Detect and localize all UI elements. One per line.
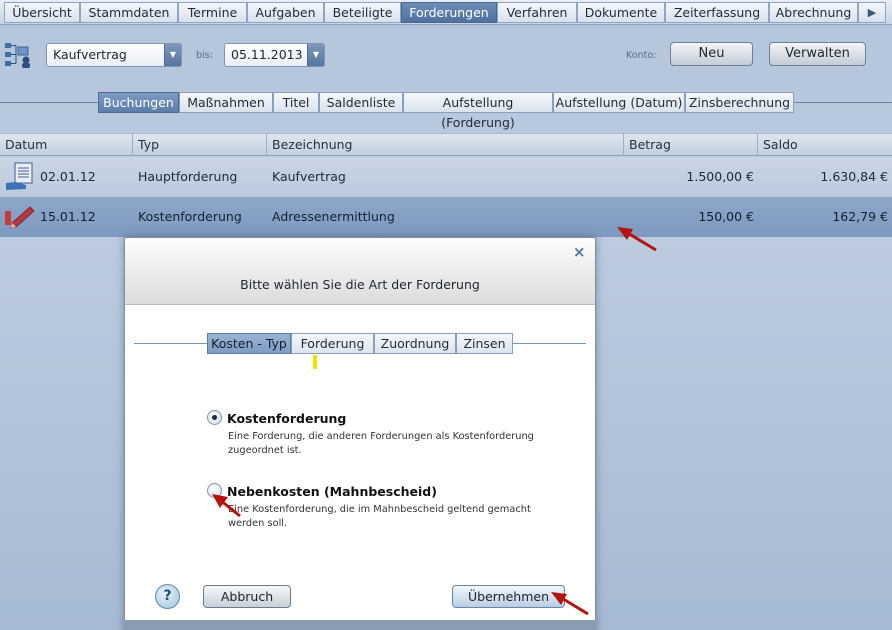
main-nav-bar: Übersicht Stammdaten Termine Aufgaben Be… (0, 0, 892, 25)
tab-forderungen[interactable]: Forderungen (401, 2, 497, 23)
tab-stammdaten[interactable]: Stammdaten (80, 2, 178, 23)
date-select[interactable]: 05.11.2013 ▼ (224, 43, 325, 67)
row-type: Hauptforderung (138, 169, 238, 184)
date-select-value: 05.11.2013 (231, 47, 303, 62)
option-title: Kostenforderung (227, 411, 347, 426)
row-balance: 1.630,84 € (820, 169, 888, 184)
konto-label: Konto: (626, 50, 657, 61)
bis-label: bis: (196, 50, 213, 61)
tab-termine[interactable]: Termine (178, 2, 247, 23)
pencil-edit-icon (5, 206, 35, 229)
subtab-saldenliste[interactable]: Saldenliste (319, 92, 403, 113)
column-header-saldo[interactable]: Saldo (757, 134, 892, 156)
tab-zinsen[interactable]: Zinsen (456, 333, 513, 354)
option-description-line: Eine Forderung, die anderen Forderungen … (228, 431, 534, 442)
document-hand-icon (6, 162, 33, 190)
row-type: Kostenforderung (138, 209, 242, 224)
tab-kosten-typ[interactable]: Kosten - Typ (207, 333, 291, 354)
contract-select-value: Kaufvertrag (53, 47, 127, 62)
option-description-line: Eine Kostenforderung, die im Mahnbeschei… (228, 504, 531, 515)
column-header-datum[interactable]: Datum (0, 134, 132, 156)
cancel-button[interactable]: Abbruch (203, 585, 291, 608)
radio-kostenforderung[interactable] (207, 410, 222, 425)
tab-dokumente[interactable]: Dokumente (577, 2, 665, 23)
option-description-line: werden soll. (228, 518, 288, 529)
subtab-aufstellung-forderung[interactable]: Aufstellung (Forderung) (403, 92, 553, 130)
subtab-buchungen[interactable]: Buchungen (98, 92, 179, 113)
option-description: Eine Kostenforderung, die im Mahnbeschei… (228, 503, 538, 531)
manage-button[interactable]: Verwalten (769, 42, 866, 66)
chevron-down-icon[interactable]: ▼ (307, 44, 324, 66)
tab-uebersicht[interactable]: Übersicht (4, 2, 80, 23)
help-icon[interactable]: ? (155, 584, 180, 609)
option-title: Nebenkosten (Mahnbescheid) (227, 484, 437, 499)
option-description: Eine Forderung, die anderen Forderungen … (228, 430, 538, 458)
tree-structure-icon[interactable] (4, 41, 34, 69)
row-name: Adressenermittlung (272, 209, 395, 224)
apply-button[interactable]: Übernehmen (452, 585, 565, 608)
tab-verfahren[interactable]: Verfahren (497, 2, 577, 23)
tab-beteiligte[interactable]: Beteiligte (324, 2, 401, 23)
play-triangle-icon[interactable]: ▶ (858, 2, 886, 23)
row-balance: 162,79 € (832, 209, 888, 224)
subtab-massnahmen[interactable]: Maßnahmen (179, 92, 273, 113)
new-button[interactable]: Neu (670, 42, 753, 66)
table-row[interactable]: 02.01.12 Hauptforderung Kaufvertrag 1.50… (0, 157, 892, 197)
tab-zeiterfassung[interactable]: Zeiterfassung (665, 2, 769, 23)
subtab-titel[interactable]: Titel (273, 92, 319, 113)
radio-nebenkosten[interactable] (207, 483, 222, 498)
subtab-zinsberechnung[interactable]: Zinsberechnung (685, 92, 794, 113)
row-date: 02.01.12 (40, 169, 96, 184)
dialog-title: Bitte wählen Sie die Art der Forderung (240, 277, 480, 292)
contract-select[interactable]: Kaufvertrag ▼ (46, 43, 182, 67)
column-header-bezeichnung[interactable]: Bezeichnung (266, 134, 623, 156)
table-header: Datum Typ Bezeichnung Betrag Saldo (0, 133, 892, 156)
highlight-marker (313, 355, 317, 369)
subtab-aufstellung-datum[interactable]: Aufstellung (Datum) (553, 92, 685, 113)
column-header-typ[interactable]: Typ (132, 134, 266, 156)
dialog-bottom-edge (124, 620, 596, 630)
tab-aufgaben[interactable]: Aufgaben (247, 2, 324, 23)
tab-abrechnung[interactable]: Abrechnung (769, 2, 858, 23)
tab-forderung[interactable]: Forderung (291, 333, 374, 354)
dialog-header: × Bitte wählen Sie die Art der Forderung (125, 238, 595, 305)
chevron-down-icon[interactable]: ▼ (164, 44, 181, 66)
claim-type-dialog: × Bitte wählen Sie die Art der Forderung… (124, 237, 596, 630)
tab-zuordnung[interactable]: Zuordnung (374, 333, 456, 354)
close-icon[interactable]: × (573, 243, 586, 261)
table-row[interactable]: 15.01.12 Kostenforderung Adressenermittl… (0, 197, 892, 237)
row-amount: 1.500,00 € (686, 169, 754, 184)
column-header-betrag[interactable]: Betrag (623, 134, 757, 156)
row-name: Kaufvertrag (272, 169, 346, 184)
row-amount: 150,00 € (698, 209, 754, 224)
row-date: 15.01.12 (40, 209, 96, 224)
option-description-line: zugeordnet ist. (228, 445, 302, 456)
